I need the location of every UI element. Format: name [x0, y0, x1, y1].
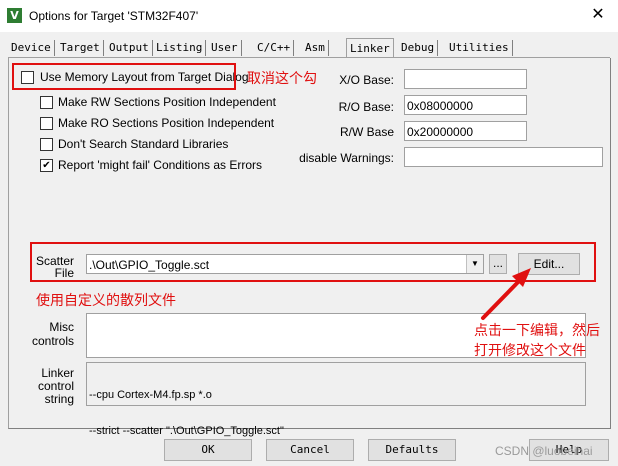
annotation-click-edit-1: 点击一下编辑，然后 — [474, 323, 600, 339]
defaults-button[interactable]: Defaults — [368, 439, 456, 461]
annotation-arrow — [481, 268, 531, 320]
cancel-button[interactable]: Cancel — [266, 439, 354, 461]
ok-button[interactable]: OK — [164, 439, 252, 461]
csdn-watermark: CSDN @luobeihai — [495, 444, 593, 458]
options-dialog: V Options for Target 'STM32F407' ✕ Devic… — [0, 0, 618, 466]
annotation-click-edit-2: 打开修改这个文件 — [474, 343, 586, 359]
